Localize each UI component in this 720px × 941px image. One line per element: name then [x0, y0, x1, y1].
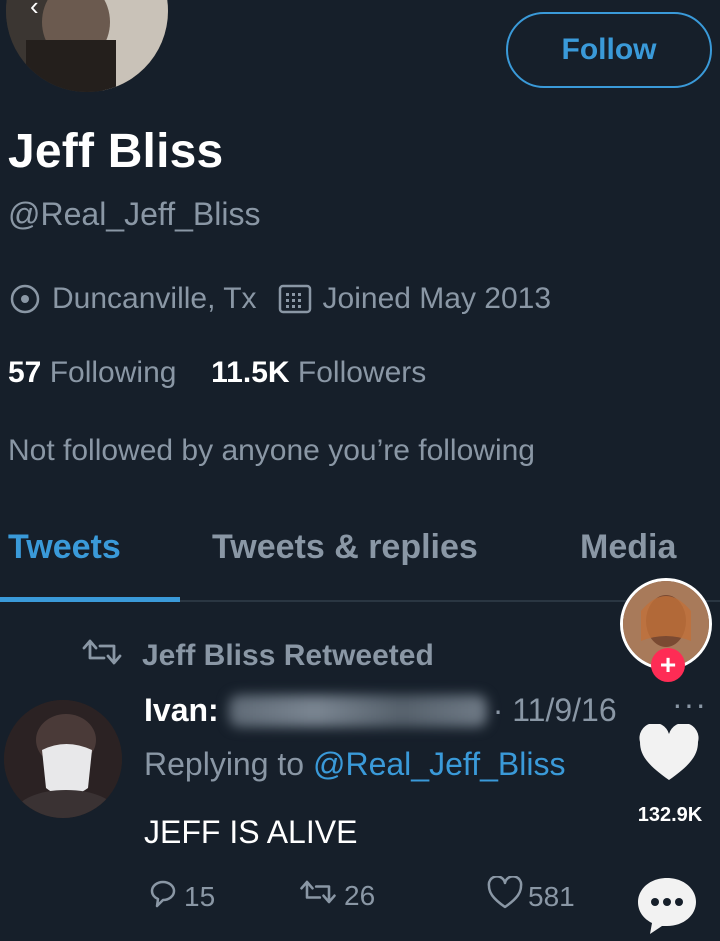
profile-handle: @Real_Jeff_Bliss	[8, 196, 261, 232]
following-link[interactable]: 57 Following	[8, 356, 176, 389]
retweet-button[interactable]: 26	[296, 876, 375, 915]
tweet-header: Ivan: · 11/9/16	[144, 692, 617, 729]
active-tab-indicator	[0, 597, 180, 602]
profile-name: Jeff Bliss	[8, 125, 224, 178]
more-options-icon[interactable]: ···	[672, 686, 707, 723]
replying-to: Replying to @Real_Jeff_Bliss	[144, 746, 566, 782]
retweet-action-icon	[296, 876, 344, 915]
tab-tweets[interactable]: Tweets	[8, 528, 121, 567]
tweet-author-name[interactable]: Ivan:	[144, 692, 219, 729]
profile-meta: Duncanville, Tx Joined May 2013	[8, 282, 551, 316]
follow-button[interactable]: Follow	[506, 12, 712, 88]
profile-location: Duncanville, Tx	[52, 282, 257, 315]
back-arrow-icon[interactable]: ‹	[30, 0, 54, 19]
tweet-date: · 11/9/16	[492, 692, 617, 728]
retweeted-by: Jeff Bliss Retweeted	[78, 636, 434, 676]
retweet-icon	[78, 636, 126, 676]
profile-stats: 57 Following 11.5K Followers	[8, 356, 426, 390]
tweet-text: JEFF IS ALIVE	[144, 814, 358, 850]
like-button[interactable]: 581	[486, 875, 575, 917]
tab-media[interactable]: Media	[580, 528, 676, 567]
comment-bubble-icon[interactable]	[634, 872, 700, 936]
blurred-username	[228, 694, 487, 727]
not-followed-text: Not followed by anyone you’re following	[8, 434, 535, 467]
profile-joined: Joined May 2013	[322, 282, 552, 315]
heart-icon	[486, 875, 528, 917]
tweet-author-avatar[interactable]	[4, 700, 122, 818]
calendar-icon	[277, 282, 313, 316]
location-pin-icon	[8, 282, 42, 316]
creator-follow-button[interactable]: +	[651, 648, 685, 682]
tab-tweets-and-replies[interactable]: Tweets & replies	[212, 528, 478, 567]
heart-icon[interactable]	[636, 722, 702, 784]
like-count: 132.9K	[637, 804, 703, 826]
followers-link[interactable]: 11.5K Followers	[211, 356, 426, 389]
reply-icon	[146, 876, 184, 917]
mention-link[interactable]: @Real_Jeff_Bliss	[313, 746, 565, 782]
reply-button[interactable]: 15	[146, 876, 215, 917]
